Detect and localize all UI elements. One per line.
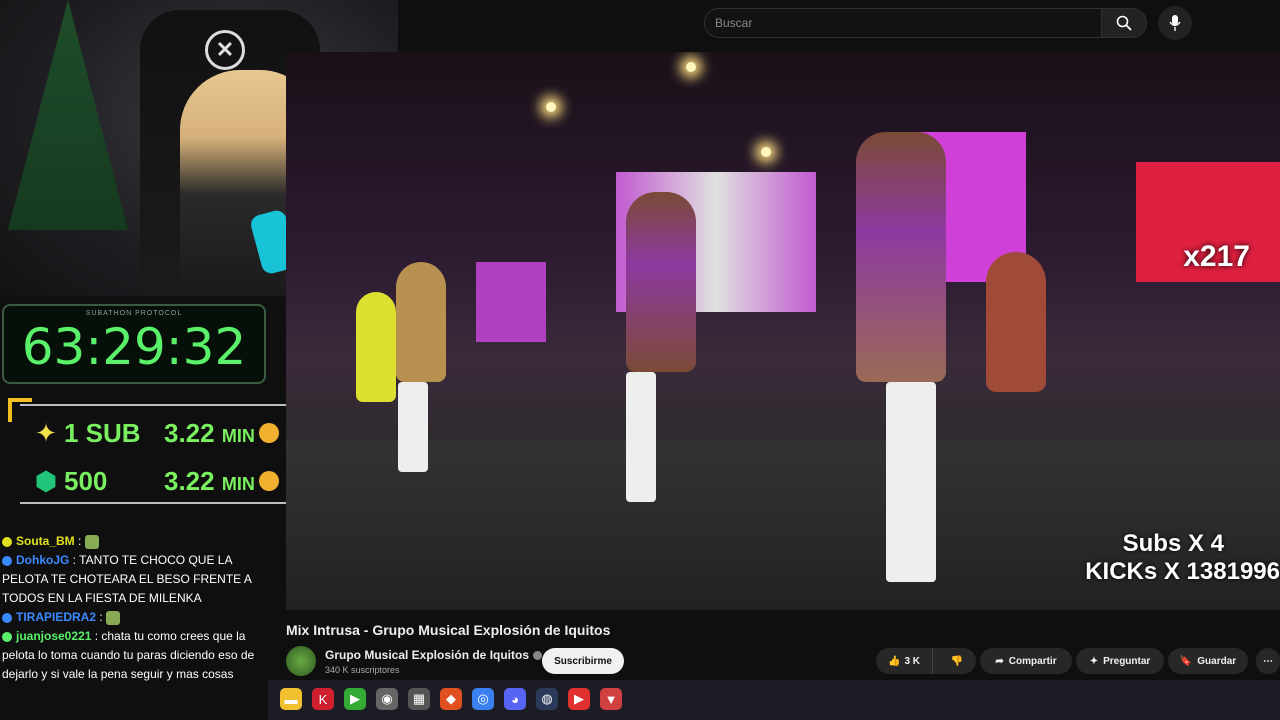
ask-label: Preguntar [1103,655,1151,667]
multiplier-overlay: x217 [1183,240,1250,273]
channel-subscribers: 340 K suscriptores [325,665,400,675]
goal-right: 3.22 MIN [164,417,255,448]
goal-left: 500 [64,465,108,496]
share-icon: ➦ [995,655,1004,667]
verified-icon [533,651,543,661]
stage-light [546,102,556,112]
chat-message: juanjose0221 : chata tu como crees que l… [2,627,268,684]
save-button[interactable]: 🔖 Guardar [1168,648,1248,674]
dancer [626,192,696,372]
goal-right: 3.22 MIN [164,465,255,496]
folder-icon[interactable]: ▬ [280,688,302,710]
chat-message: DohkoJG : TANTO TE CHOCO QUE LA PELOTA T… [2,551,268,608]
kick-icon[interactable]: K [312,688,334,710]
subscribe-button[interactable]: Suscribirme [542,648,624,674]
chat-panel: Souta_BM : DohkoJG : TANTO TE CHOCO QUE … [2,532,268,720]
subathon-goals: ✦ 1 SUB 3.22 MIN ⬢ 500 3.22 MIN [20,404,316,504]
sparkle-icon: ✦ [35,417,57,448]
search-icon [1116,15,1132,31]
timer-tag: SUBATHON PROTOCOL [85,310,183,317]
stage-light [761,147,771,157]
app-icon[interactable]: ▶ [344,688,366,710]
chat-message: TIRAPIEDRA2 : [2,608,268,627]
dislike-button[interactable]: 👎 [938,656,976,667]
thumbs-down-icon: 👎 [950,655,964,667]
like-count: 3 K [904,655,921,667]
obs-icon[interactable]: ◉ [376,688,398,710]
badge-icon [2,536,12,547]
sparkle-icon: ✦ [1089,655,1099,667]
chat-username[interactable]: TIRAPIEDRA2 [16,610,96,624]
voice-search-button[interactable] [1158,6,1192,40]
steam-icon[interactable]: ◍ [536,688,558,710]
media-icon[interactable]: ▶ [568,688,590,710]
kicks-overlay: KICKs X 1381996 [1085,558,1280,585]
timer-value: 63:29:32 [21,318,247,376]
video-title: Mix Intrusa - Grupo Musical Explosión de… [286,622,611,638]
clock-icon [258,423,279,443]
more-actions-button[interactable]: ⋯ [1256,648,1280,674]
emote-icon [106,610,121,625]
stage-light [686,62,696,72]
search-button[interactable] [1101,8,1147,38]
kick-gem-icon: ⬢ [34,465,58,496]
chat-username[interactable]: DohkoJG [16,553,69,567]
chat-username[interactable]: Souta_BM [16,534,75,548]
dancer-boot [398,382,428,472]
goal-row-kicks: ⬢ 500 3.22 MIN [28,458,318,504]
christmas-tree [8,0,128,230]
chat-text: : [74,534,85,548]
thumbs-up-icon: 👍 [888,655,901,667]
like-dislike-group: 👍 3 K 👎 [876,648,976,674]
dancer [856,132,946,382]
goal-row-subs: ✦ 1 SUB 3.22 MIN [28,410,318,456]
clock-icon [258,471,279,491]
search-input[interactable] [704,8,1102,38]
goal-left: 1 SUB [64,417,141,448]
like-button[interactable]: 👍 3 K [876,648,934,674]
led-screen [476,262,546,342]
chair-logo-icon: ✕ [205,30,245,70]
save-label: Guardar [1197,655,1237,667]
brave-icon[interactable]: ◆ [440,688,462,710]
badge-icon [2,612,12,623]
valorant-icon[interactable]: ▼ [600,688,622,710]
channel-avatar[interactable] [286,646,316,676]
video-player[interactable]: x217 Subs X 4 KICKs X 1381996 [286,52,1280,610]
more-icon: ⋯ [1263,655,1273,667]
app-icon[interactable]: ▦ [408,688,430,710]
guitarist [986,252,1046,392]
channel-name[interactable]: Grupo Musical Explosión de Iquitos [325,648,543,662]
chat-username[interactable]: juanjose0221 [16,629,91,643]
share-button[interactable]: ➦ Compartir [980,648,1072,674]
dancer [396,262,446,382]
badge-icon [2,631,12,642]
share-label: Compartir [1008,655,1057,667]
bookmark-icon: 🔖 [1179,655,1193,667]
dancer-boot [886,382,936,582]
chrome-icon[interactable]: ◎ [472,688,494,710]
taskbar: ▬ K ▶ ◉ ▦ ◆ ◎ ◕ ◍ ▶ ▼ [268,680,1280,720]
emote-icon [84,534,99,549]
discord-icon[interactable]: ◕ [504,688,526,710]
subathon-timer: SUBATHON PROTOCOL 63:29:32 [2,304,266,384]
subs-overlay: Subs X 4 [1122,530,1224,557]
dancer [356,292,396,402]
badge-icon [2,555,12,566]
chat-text: : [96,610,107,624]
ask-button[interactable]: ✦ Preguntar [1076,648,1164,674]
dancer-boot [626,372,656,502]
microphone-icon [1169,15,1181,31]
chat-message: Souta_BM : [2,532,268,551]
